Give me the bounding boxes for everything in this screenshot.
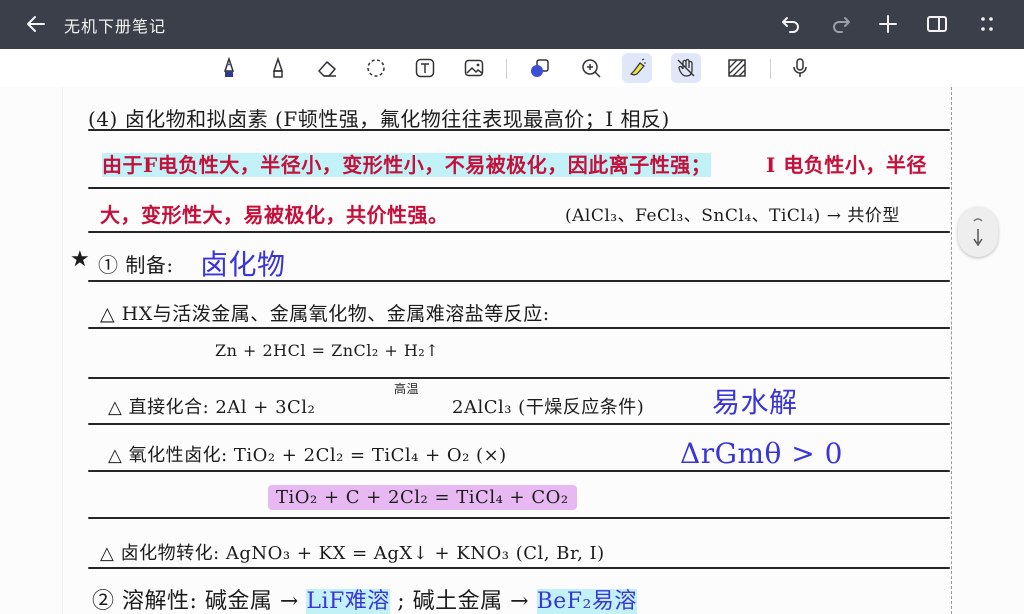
note-text: (AlCl₃、FeCl₃、SnCl₄、TiCl₄) → 共价型 xyxy=(565,206,900,226)
microphone-icon[interactable] xyxy=(785,53,815,83)
tool-row xyxy=(0,49,1024,88)
highlighted-text: BeF₂易溶 xyxy=(536,589,637,614)
eraser-icon[interactable] xyxy=(312,53,342,83)
equation: Zn + 2HCl = ZnCl₂ + H₂↑ xyxy=(215,341,440,360)
note-page[interactable]: (4) 卤化物和拟卤素 (F顿性强，氟化物往往表现最高价；I 相反) 由于F电负… xyxy=(0,87,1024,614)
note-text: 2AlCl₃ (干燥反应条件) xyxy=(452,397,645,418)
highlighted-text: LiF难溶 xyxy=(306,589,390,614)
notebook-title: 无机下册笔记 xyxy=(64,17,167,36)
note-text: △ 直接化合: 2Al + 3Cl₂ xyxy=(108,397,316,418)
scroll-thumb[interactable] xyxy=(958,207,998,257)
pen-icon[interactable] xyxy=(214,53,244,83)
more-icon[interactable] xyxy=(972,10,1002,38)
note-text: I 电负性小，半径 xyxy=(766,153,927,177)
note-text: △ HX与活泼金属、金属氧化物、金属难溶盐等反应: xyxy=(100,303,550,325)
pencil-icon[interactable] xyxy=(263,53,293,83)
image-icon[interactable] xyxy=(459,53,489,83)
page-boundary xyxy=(951,87,952,614)
section-label: ① 制备: xyxy=(98,253,174,277)
lasso-icon[interactable] xyxy=(361,53,391,83)
shapes-icon[interactable] xyxy=(525,53,555,83)
add-icon[interactable] xyxy=(873,10,903,38)
equation: △ 卤化物转化: AgNO₃ + KX = AgX↓ + KNO₃ (Cl, B… xyxy=(100,543,605,564)
note-text: ; 碱土金属 → xyxy=(397,589,530,614)
highlighter-icon[interactable] xyxy=(622,53,652,83)
blue-annotation: 易水解 xyxy=(712,386,798,419)
highlighted-equation: TiO₂ + C + 2Cl₂ = TiCl₄ + CO₂ xyxy=(268,485,577,510)
undo-icon[interactable] xyxy=(776,10,806,38)
app-bar: 无机下册笔记 xyxy=(0,0,1024,49)
redo-icon[interactable] xyxy=(826,10,856,38)
zoom-icon[interactable] xyxy=(576,53,606,83)
text-icon[interactable] xyxy=(410,53,440,83)
note-text: 大，变形性大，易被极化，共价性强。 xyxy=(100,203,449,227)
hand-draw-icon[interactable] xyxy=(671,53,701,83)
section-label: ② 溶解性: 碱金属 → xyxy=(92,589,299,614)
condition-label: 高温 xyxy=(394,382,420,396)
sidebar-icon[interactable] xyxy=(922,10,952,38)
note-heading: (4) 卤化物和拟卤素 (F顿性强，氟化物往往表现最高价；I 相反) xyxy=(88,107,670,131)
section-title: 卤化物 xyxy=(200,248,286,281)
highlighted-text: 由于F电负性大，半径小，变形性小，不易被极化，因此离子性强； xyxy=(102,153,712,177)
equation: △ 氧化性卤化: TiO₂ + 2Cl₂ = TiCl₄ + O₂ (×) xyxy=(108,445,507,466)
gibbs-annotation: ΔrGmθ > 0 xyxy=(680,437,843,470)
back-arrow-icon[interactable] xyxy=(22,10,50,38)
pattern-icon[interactable] xyxy=(722,53,752,83)
star-icon: ★ xyxy=(70,247,91,272)
